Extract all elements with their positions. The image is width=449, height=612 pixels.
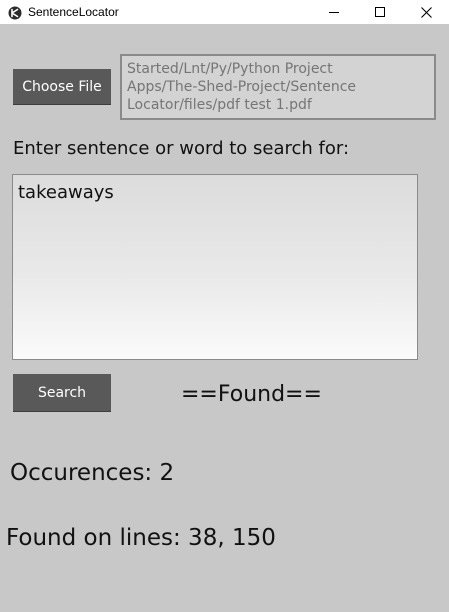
close-icon (420, 6, 432, 18)
window-title: SentenceLocator (28, 5, 119, 19)
close-button[interactable] (403, 0, 449, 24)
maximize-icon (375, 7, 385, 17)
search-prompt-label: Enter sentence or word to search for: (13, 138, 350, 159)
file-path-line: Started/Lnt/Py/Python Project (127, 61, 333, 77)
choose-file-button[interactable]: Choose File (13, 69, 111, 105)
file-path-line: Apps/The-Shed-Project/Sentence (127, 79, 357, 95)
minimize-button[interactable] (311, 0, 357, 24)
title-bar: SentenceLocator (0, 0, 449, 24)
maximize-button[interactable] (357, 0, 403, 24)
file-path-field[interactable]: Started/Lnt/Py/Python Project Apps/The-S… (120, 54, 436, 120)
search-button[interactable]: Search (13, 374, 111, 412)
found-lines-list: Found on lines: 38, 150 (6, 525, 276, 551)
file-path-line: Locator/files/pdf test 1.pdf (127, 97, 312, 113)
minimize-icon (329, 12, 339, 13)
app-icon (8, 5, 22, 20)
found-status-label: ==Found== (181, 382, 322, 407)
search-input[interactable]: takeaways (12, 174, 418, 360)
occurrences-count: Occurences: 2 (10, 460, 175, 486)
